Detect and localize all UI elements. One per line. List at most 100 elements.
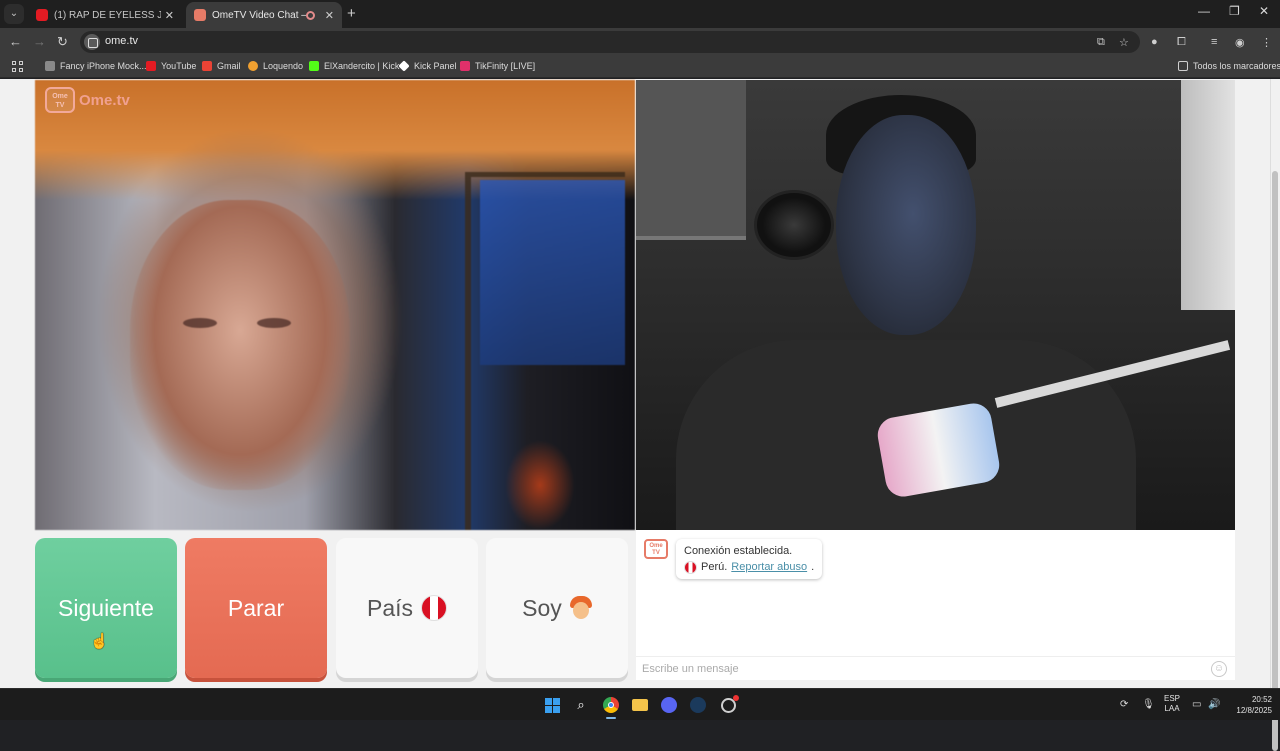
bookmark-label: TikFinity [LIVE]	[475, 61, 536, 71]
peru-flag-icon	[421, 595, 448, 621]
all-bookmarks-button[interactable]: Todos los marcadores	[1178, 61, 1280, 71]
headphone	[754, 190, 834, 260]
ometv-logo-text: Ome.tv	[79, 91, 130, 109]
self-video	[636, 80, 1235, 530]
profile-avatar-icon[interactable]: ◉	[1235, 36, 1245, 49]
discord-icon[interactable]	[659, 695, 679, 715]
new-tab-button[interactable]: +	[347, 5, 356, 22]
youtube-icon	[146, 61, 156, 71]
country-text: Perú.	[701, 561, 728, 573]
close-tab-icon[interactable]: ✕	[325, 9, 334, 22]
scrollbar-thumb[interactable]	[1272, 171, 1278, 751]
back-button[interactable]: ←	[9, 34, 22, 49]
close-tab-icon[interactable]: ✕	[165, 9, 174, 22]
bookmark-star-icon[interactable]: ☆	[1119, 36, 1129, 49]
tab-strip: ⌄ (1) RAP DE EYELESS JACK 2020 ✕ OmeTV V…	[0, 0, 1280, 28]
bookmark-label: ElXandercito | Kick	[324, 61, 400, 71]
stranger-eye-left	[183, 318, 217, 328]
bookmark-label: YouTube	[161, 61, 197, 71]
windows-taskbar: ⌕ ⟳ 🎙 ESP LAA ▭ 🔊 20:52 12/8/2025	[0, 688, 1280, 720]
sync-tray-icon[interactable]: ⟳	[1120, 699, 1128, 710]
gmail-icon	[202, 61, 212, 71]
bookmark-kick-panel[interactable]: Kick Panel	[398, 60, 457, 72]
tab-title: (1) RAP DE EYELESS JACK 2020	[54, 9, 161, 21]
volume-icon[interactable]: 🔊	[1208, 699, 1220, 710]
stop-button[interactable]: Parar	[185, 538, 327, 678]
language-code: ESP	[1164, 694, 1181, 703]
bookmark-label: Loquendo	[263, 61, 304, 71]
message-input[interactable]	[642, 661, 1202, 677]
bookmark-label: Fancy iPhone Mock...	[60, 61, 147, 71]
gender-button-label: Soy	[522, 594, 562, 621]
country-button[interactable]: País	[336, 538, 478, 678]
page-scrollbar[interactable]	[1270, 79, 1280, 751]
extensions-puzzle-icon[interactable]: ⧠	[1177, 36, 1186, 49]
steam-icon[interactable]	[688, 695, 708, 715]
apps-grid-icon[interactable]	[12, 61, 23, 72]
close-window-button[interactable]: ✕	[1259, 4, 1269, 18]
stranger-face	[130, 200, 350, 490]
chat-panel: Ome TV Conexión establecida. Perú. Repor…	[636, 530, 1235, 680]
ometv-logo: Ome TV Ome.tv	[45, 87, 130, 113]
address-bar[interactable]: ome.tv	[80, 31, 1140, 53]
kick-panel-icon	[398, 60, 410, 72]
hand-cursor-icon: ☝	[90, 633, 109, 650]
bookmark-youtube[interactable]: YouTube	[146, 61, 196, 71]
minimize-button[interactable]: —	[1198, 4, 1210, 18]
install-app-icon[interactable]: ⧉	[1097, 36, 1105, 49]
kick-icon	[309, 61, 319, 71]
bookmark-page-icon	[45, 61, 55, 71]
user-head	[836, 115, 976, 335]
search-icon[interactable]: ⌕	[571, 695, 591, 715]
emoji-picker-icon[interactable]: ☺	[1211, 661, 1227, 677]
chrome-icon[interactable]	[601, 695, 621, 715]
restore-button[interactable]: ❐	[1229, 4, 1240, 18]
system-clock[interactable]: 20:52 12/8/2025	[1228, 694, 1272, 716]
chat-input-bar: ☺	[636, 656, 1235, 680]
gender-button[interactable]: Soy	[486, 538, 628, 678]
stranger-eye-right	[257, 318, 291, 328]
tab-youtube[interactable]: (1) RAP DE EYELESS JACK 2020 ✕	[28, 2, 182, 28]
video-door	[1181, 80, 1235, 310]
tab-ometv[interactable]: OmeTV Video Chat — Ome ✕	[186, 2, 342, 28]
boy-emoji-icon	[569, 596, 592, 620]
report-abuse-link[interactable]: Reportar abuso	[731, 559, 807, 575]
app-notification-icon[interactable]	[718, 694, 739, 715]
file-explorer-icon[interactable]	[630, 695, 650, 715]
bookmark-label: Kick Panel	[414, 61, 457, 71]
clock-date: 12/8/2025	[1236, 706, 1272, 715]
tab-title: OmeTV Video Chat — Ome	[212, 9, 306, 21]
start-button[interactable]	[542, 695, 562, 715]
tab-search-button[interactable]: ⌄	[4, 4, 24, 24]
language-indicator[interactable]: ESP LAA	[1164, 694, 1180, 714]
bookmark-tikfinity[interactable]: TikFinity [LIVE]	[460, 61, 535, 71]
peru-flag-icon	[684, 560, 697, 574]
tikfinity-icon	[460, 61, 470, 71]
next-button[interactable]: Siguiente	[35, 538, 177, 678]
all-bookmarks-label: Todos los marcadores	[1193, 61, 1280, 71]
extension-color-icon[interactable]: ●	[1151, 36, 1158, 48]
windows-logo-icon	[544, 697, 560, 713]
ometv-favicon-icon	[194, 9, 206, 21]
next-button-label: Siguiente	[58, 594, 154, 621]
system-message: Conexión establecida. Perú. Reportar abu…	[676, 539, 823, 579]
active-app-indicator	[606, 717, 616, 719]
forward-button[interactable]: →	[33, 34, 46, 49]
bookmark-fancy-iphone[interactable]: Fancy iPhone Mock...	[45, 61, 147, 71]
network-icon[interactable]: ▭	[1192, 699, 1201, 710]
clock-time: 20:52	[1251, 695, 1272, 704]
bookmark-kick-channel[interactable]: ElXandercito | Kick	[309, 61, 399, 71]
bookmark-gmail[interactable]: Gmail	[202, 61, 241, 71]
video-background-red	[505, 440, 575, 530]
site-info-icon[interactable]	[84, 34, 100, 50]
microphone-tray-icon[interactable]: 🎙	[1142, 699, 1155, 710]
connection-status-text: Conexión establecida.	[684, 545, 793, 557]
folder-icon	[1178, 61, 1188, 71]
bookmark-loquendo[interactable]: Loquendo	[248, 61, 303, 71]
ometv-logo-badge: Ome TV	[45, 87, 75, 113]
video-shelf	[636, 80, 746, 240]
bookmarks-bar: Fancy iPhone Mock... YouTube Gmail Loque…	[0, 56, 1280, 78]
menu-kebab-icon[interactable]: ⋮	[1261, 36, 1272, 49]
reload-button[interactable]: ↻	[57, 34, 68, 50]
media-control-icon[interactable]: ≡	[1211, 36, 1217, 48]
